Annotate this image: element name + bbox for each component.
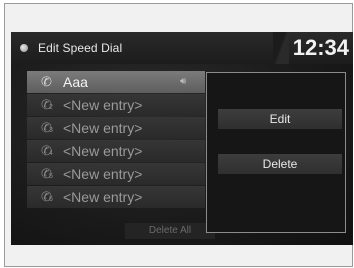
settings-dot-icon <box>20 44 28 52</box>
entry-options-popup: Edit Delete <box>206 72 346 233</box>
speed-dial-entry-2[interactable]: ✆ 2 <New entry> <box>27 94 205 116</box>
entry-label: Aaa <box>63 74 88 90</box>
display: Edit Speed Dial 12:34 ✆ Aaa 🔊︎ ✆ 2 <New … <box>11 32 353 245</box>
entry-number: 3 <box>49 127 53 134</box>
clock: 12:34 <box>292 35 349 60</box>
voice-tag-icon: 🔊︎ <box>180 76 187 87</box>
speed-dial-entry-3[interactable]: ✆ 3 <New entry> <box>27 117 205 139</box>
speed-dial-entry-5[interactable]: ✆ 5 <New entry> <box>27 163 205 185</box>
speed-dial-entry-1[interactable]: ✆ Aaa 🔊︎ <box>27 71 205 93</box>
speed-dial-entry-6[interactable]: ✆ 6 <New entry> <box>27 186 205 208</box>
delete-all-button[interactable]: Delete All <box>125 223 215 239</box>
phone-handset-icon: ✆ <box>41 74 52 89</box>
header-bar: Edit Speed Dial 12:34 <box>11 32 353 64</box>
entry-label: <New entry> <box>63 143 143 159</box>
speed-dial-list: ✆ Aaa 🔊︎ ✆ 2 <New entry> ✆ 3 <New entry>… <box>27 71 205 209</box>
edit-button[interactable]: Edit <box>218 109 342 129</box>
clock-divider <box>273 32 289 64</box>
delete-button[interactable]: Delete <box>218 154 342 174</box>
entry-number: 4 <box>49 150 53 157</box>
screen-title: Edit Speed Dial <box>38 41 123 55</box>
entry-number: 6 <box>49 196 53 203</box>
entry-label: <New entry> <box>63 120 143 136</box>
entry-number: 5 <box>49 173 53 180</box>
entry-number: 2 <box>49 104 53 111</box>
entry-label: <New entry> <box>63 189 143 205</box>
entry-label: <New entry> <box>63 97 143 113</box>
speed-dial-entry-4[interactable]: ✆ 4 <New entry> <box>27 140 205 162</box>
entry-label: <New entry> <box>63 166 143 182</box>
screen-frame: Edit Speed Dial 12:34 ✆ Aaa 🔊︎ ✆ 2 <New … <box>4 3 353 267</box>
